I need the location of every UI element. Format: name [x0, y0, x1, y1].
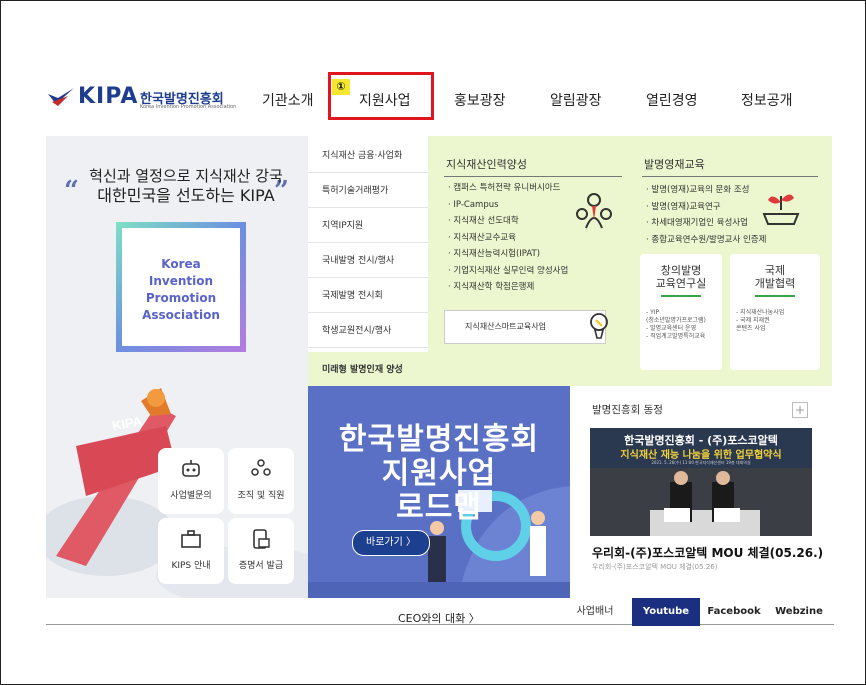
panel-link[interactable]: · IP-Campus: [448, 197, 568, 214]
quick-link-label: 증명서 발급: [238, 561, 284, 571]
card-title: 창의발명 교육연구실: [640, 254, 722, 290]
card-title-line: 교육연구실: [655, 277, 707, 290]
signing-photo: [590, 468, 812, 536]
nav-notice[interactable]: 알림광장: [550, 90, 602, 110]
submenu-item-regional-ip[interactable]: 지역IP지원: [308, 208, 428, 243]
book-sprout-icon: [762, 194, 800, 225]
tab-business-banner[interactable]: 사업배너: [570, 598, 620, 626]
smart-education-button[interactable]: 지식재산스마트교육사업: [444, 310, 606, 344]
people-icon: [251, 459, 271, 476]
association-name-box: Korea Invention Promotion Association: [122, 228, 240, 346]
card-desc: - 지식재산나눔사업 - 국제 지재권 콘텐츠 사업: [730, 297, 820, 333]
panel-link[interactable]: · 지식재산교수교육: [448, 230, 568, 247]
card-desc-line: (청소년발명가프로그램): [646, 317, 706, 324]
card-desc: - YIP (청소년발명가프로그램) - 발명교육센터 운영 - 직업계고발명특…: [640, 297, 722, 341]
quick-link-kips[interactable]: KIPS 안내: [158, 518, 224, 584]
panel-link[interactable]: · 발명(영재)교육연구: [646, 199, 766, 216]
nav-disclosure[interactable]: 정보공개: [741, 90, 793, 110]
nav-about[interactable]: 기관소개: [262, 90, 314, 110]
card-desc-line: - 지식재산나눔사업: [736, 309, 785, 316]
card-desc-line: - 발명교육센터 운영: [646, 325, 697, 332]
panel-link[interactable]: · 기업지식재산 실무인력 양성사업: [448, 263, 568, 280]
nav-open-management[interactable]: 열린경영: [646, 90, 698, 110]
submenu-item-future-talent[interactable]: 미래형 발명인재 양성: [308, 352, 428, 387]
banner-title-line3: 로드맵: [396, 490, 482, 525]
news-subline[interactable]: 우리회-(주)포스코알텍 MOU 체결(05.26): [592, 562, 717, 572]
more-plus-icon[interactable]: +: [792, 402, 808, 418]
quick-link-label: KIPS 안내: [171, 561, 211, 571]
panel-link[interactable]: · 지식재산 선도대학: [448, 213, 568, 230]
logo-english-name: Korea Invention Promotion Association: [140, 104, 237, 110]
submenu-item-student-teacher[interactable]: 학생교원전시/행사: [308, 313, 428, 348]
ceo-dialogue-link[interactable]: CEO와의 대화 〉: [398, 610, 480, 626]
divider: [642, 176, 818, 177]
panel-col2-list: · 발명(영재)교육의 문화 조성 · 발명(영재)교육연구 · 차세대영재기업…: [646, 182, 766, 248]
card-desc-line: - 직업계고발명특허교육: [646, 333, 706, 340]
panel-link[interactable]: · 지식재산능력시험(IPAT): [448, 246, 568, 263]
submenu-item-domestic-exhibition[interactable]: 국내발명 전시/행사: [308, 243, 428, 278]
panel-col2-title[interactable]: 발명영재교육: [644, 156, 705, 172]
association-line: Promotion: [145, 291, 217, 305]
hero-tagline-line1: 혁신과 열정으로 지식재산 강국: [89, 167, 283, 185]
panel-link[interactable]: · 종합교육연수원/발명교사 인증제: [646, 232, 766, 249]
quick-link-inquiry[interactable]: 사업별문의: [158, 448, 224, 514]
robot-icon: [182, 460, 200, 477]
step-badge: ①: [332, 79, 350, 95]
photo-caption-line2: 지식재산 재능 나눔을 위한 업무협약식: [620, 450, 782, 461]
panel-col1-list: · 캠퍼스 특허전략 유니버시아드 · IP-Campus · 지식재산 선도대…: [448, 180, 568, 296]
kipa-logo-icon[interactable]: [46, 86, 76, 108]
banner-go-button[interactable]: 바로가기 〉: [352, 530, 430, 556]
association-line: Korea: [161, 257, 201, 271]
panel-link[interactable]: · 캠퍼스 특허전략 유니버시아드: [448, 180, 568, 197]
quote-open-icon: “: [64, 176, 79, 206]
news-section-title: 발명진흥회 동정: [592, 404, 663, 416]
tab-facebook[interactable]: Facebook: [702, 598, 766, 626]
panel-link[interactable]: · 지식재산학 학점은행제: [448, 279, 568, 296]
submenu-item-patent-valuation[interactable]: 특허기술거래평가: [308, 173, 428, 208]
briefcase-icon: [181, 530, 201, 548]
card-title: 국제 개발협력: [730, 254, 820, 290]
card-international-cooperation[interactable]: 국제 개발협력 - 지식재산나눔사업 - 국제 지재권 콘텐츠 사업: [730, 254, 820, 370]
panel-link[interactable]: · 발명(영재)교육의 문화 조성: [646, 182, 766, 199]
tab-webzine[interactable]: Webzine: [768, 598, 830, 626]
quick-link-label: 조직 및 직원: [237, 491, 285, 501]
quick-link-organization[interactable]: 조직 및 직원: [228, 448, 294, 514]
card-creative-invention-lab[interactable]: 창의발명 교육연구실 - YIP (청소년발명가프로그램) - 발명교육센터 운…: [640, 254, 722, 370]
news-headline[interactable]: 우리회-(주)포스코알텍 MOU 체결(05.26.): [592, 544, 823, 561]
divider: [444, 176, 622, 177]
news-photo[interactable]: 한국발명진흥회 - (주)포스코알텍 지식재산 재능 나눔을 위한 업무협약식 …: [590, 428, 812, 536]
photo-caption-line3: 2021. 5. 26(수) 11:00 한국지식재산센터 19층 대회의실: [651, 460, 751, 465]
tab-youtube[interactable]: Youtube: [632, 598, 700, 626]
card-title-line: 창의발명: [660, 264, 702, 277]
card-title-line: 국제: [764, 264, 786, 277]
card-desc-line: 콘텐츠 사업: [736, 325, 766, 332]
card-desc-line: - 국제 지재권: [736, 317, 770, 324]
card-desc-line: - YIP: [646, 309, 660, 316]
association-line: Invention: [148, 274, 214, 288]
submenu-item-ip-finance[interactable]: 지식재산 금융·사업화: [308, 138, 428, 173]
submenu-item-international-exhibition[interactable]: 국제발명 전시회: [308, 278, 428, 313]
association-line: Association: [142, 308, 220, 322]
panel-col1-title[interactable]: 지식재산인력양성: [446, 156, 527, 172]
logo-text[interactable]: KIPA: [78, 84, 138, 109]
lightbulb-pen-icon: [590, 313, 608, 339]
quick-link-certificate[interactable]: 증명서 발급: [228, 518, 294, 584]
card-title-line: 개발협력: [754, 277, 796, 290]
people-group-icon: [576, 193, 612, 229]
mobile-document-icon: [253, 529, 270, 549]
hero-tagline: 혁신과 열정으로 지식재산 강국 대한민국을 선도하는 KIPA: [86, 166, 286, 206]
nav-promotion[interactable]: 홍보광장: [454, 90, 506, 110]
hero-tagline-line2: 대한민국을 선도하는 KIPA: [97, 186, 275, 205]
panel-link[interactable]: · 차세대영재기업인 육성사업: [646, 215, 766, 232]
quick-link-label: 사업별문의: [170, 491, 212, 501]
